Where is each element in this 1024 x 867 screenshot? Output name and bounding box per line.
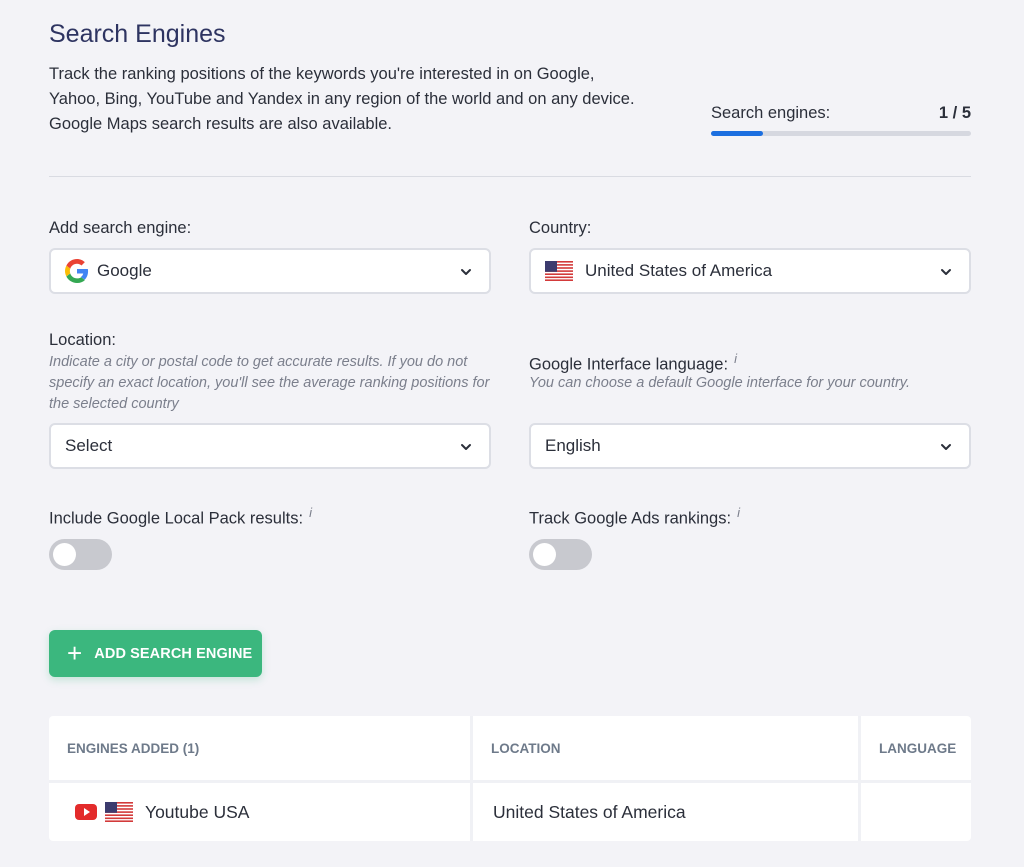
location-label: Location: [49,331,116,349]
language-hint: You can choose a default Google interfac… [529,375,910,391]
location-value: Select [65,436,113,455]
local-pack-label-text: Include Google Local Pack results: [49,509,304,528]
engine-label: Add search engine: [49,219,192,237]
column-header-engines[interactable]: ENGINES ADDED (1) [49,716,473,780]
local-pack-label: Include Google Local Pack results: i [49,505,312,529]
engine-cell: Youtube USA [49,783,473,841]
chevron-down-icon [939,264,953,278]
chevron-down-icon [939,439,953,453]
ads-label: Track Google Ads rankings: i [529,505,740,529]
column-header-language[interactable]: LANGUAGE [861,716,971,780]
ads-label-text: Track Google Ads rankings: [529,509,732,528]
column-header-location[interactable]: LOCATION [473,716,861,780]
language-select[interactable]: English [529,423,971,469]
progress-track [711,131,971,136]
chevron-down-icon [459,439,473,453]
chevron-down-icon [459,264,473,278]
language-label: Google Interface language: i [529,351,737,375]
info-icon[interactable]: i [309,505,312,520]
youtube-icon [75,804,97,820]
engine-value: Google [97,261,152,280]
progress-label: Search engines: [711,104,831,122]
location-select[interactable]: Select [49,423,491,469]
progress-fill [711,131,763,136]
us-flag-icon [105,802,133,822]
info-icon[interactable]: i [737,505,740,520]
language-label-text: Google Interface language: [529,355,729,374]
google-g-icon [65,259,89,283]
country-label: Country: [529,219,592,237]
engines-progress: Search engines: 1 / 5 [711,104,971,136]
add-search-engine-button[interactable]: + ADD SEARCH ENGINE [49,630,262,677]
ads-toggle[interactable] [529,539,592,570]
local-pack-toggle[interactable] [49,539,112,570]
info-icon[interactable]: i [734,351,737,366]
engines-table: ENGINES ADDED (1) LOCATION LANGUAGE Yout [49,716,971,841]
country-select[interactable]: United States of America [529,248,971,294]
page-title: Search Engines [49,20,226,48]
table-row[interactable]: Youtube USA United States of America [49,783,971,841]
location-hint: Indicate a city or postal code to get ac… [49,354,490,412]
table-header: ENGINES ADDED (1) LOCATION LANGUAGE [49,716,971,783]
divider [49,176,971,177]
country-value: United States of America [585,261,773,280]
plus-icon: + [67,637,83,668]
language-cell [861,783,971,841]
toggle-knob [533,543,556,566]
page-description: Track the ranking positions of the keywo… [49,65,635,133]
language-value: English [545,436,601,455]
engine-name: Youtube USA [145,801,250,822]
toggle-knob [53,543,76,566]
us-flag-icon [545,261,573,281]
engine-select[interactable]: Google [49,248,491,294]
add-button-label: ADD SEARCH ENGINE [94,645,253,662]
location-cell: United States of America [473,783,861,841]
progress-count: 1 / 5 [938,104,971,122]
